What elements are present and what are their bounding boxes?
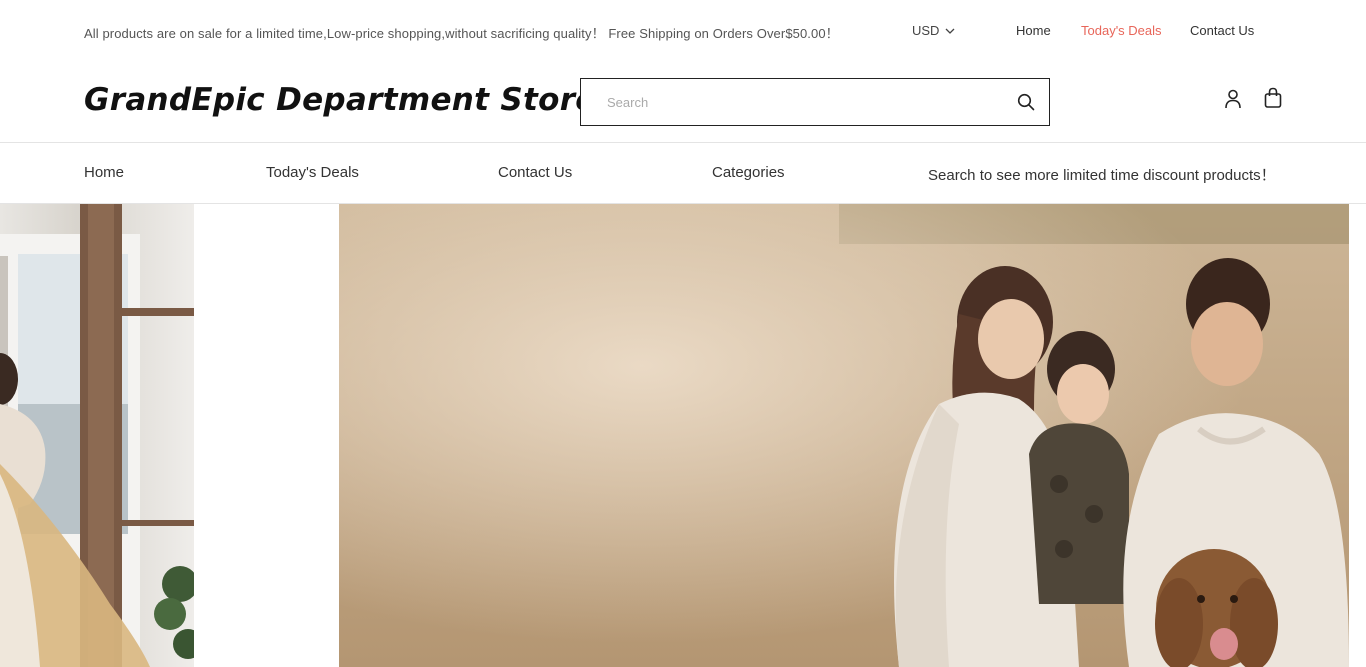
store-logo[interactable]: GrandEpic Department Store <box>84 82 597 118</box>
nav-promo-text: Search to see more limited time discount… <box>928 167 1276 184</box>
hero-right-gutter <box>1349 204 1366 667</box>
currency-label: USD <box>912 23 940 38</box>
shopping-bag-icon[interactable] <box>1263 87 1283 109</box>
currency-selector[interactable]: USD <box>912 23 955 38</box>
announcement-text: All products are on sale for a limited t… <box>84 26 839 41</box>
search-icon[interactable] <box>1017 93 1035 111</box>
top-link-todays-deals[interactable]: Today's Deals <box>1081 23 1162 38</box>
nav-item-todays-deals[interactable]: Today's Deals <box>266 164 359 181</box>
nav-item-home[interactable]: Home <box>84 164 124 181</box>
chevron-down-icon <box>945 28 955 34</box>
woman-at-window-image <box>0 204 194 667</box>
search-box <box>580 78 1050 126</box>
top-link-home[interactable]: Home <box>1016 23 1051 38</box>
announcement-bar: All products are on sale for a limited t… <box>0 0 1366 62</box>
search-input[interactable] <box>581 79 1001 125</box>
main-nav: Home Today's Deals Contact Us Categories… <box>0 143 1366 204</box>
hero-slide-family-image[interactable] <box>339 204 1349 667</box>
hero-carousel[interactable] <box>0 204 1366 667</box>
family-with-dog-image <box>339 204 1349 667</box>
hero-slide-previous-image[interactable] <box>0 204 194 667</box>
user-icon[interactable] <box>1223 88 1243 110</box>
nav-item-categories[interactable]: Categories <box>712 164 785 181</box>
top-link-contact-us[interactable]: Contact Us <box>1190 23 1254 38</box>
site-header: GrandEpic Department Store <box>0 62 1366 143</box>
nav-item-contact-us[interactable]: Contact Us <box>498 164 572 181</box>
